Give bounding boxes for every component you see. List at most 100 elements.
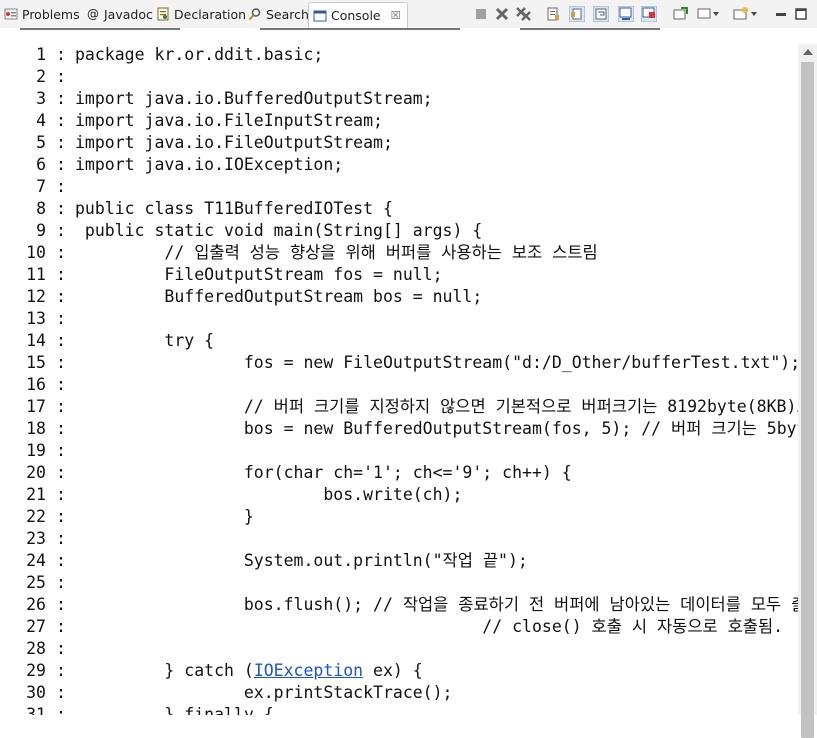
line-separator: : <box>56 177 66 196</box>
display-console-icon[interactable] <box>697 6 719 20</box>
code-text: import java.io.BufferedOutputStream; <box>75 89 433 108</box>
line-number: 18 <box>26 419 46 438</box>
line-number: 3 <box>36 89 46 108</box>
open-console-icon[interactable] <box>733 6 757 20</box>
line-separator: : <box>56 705 66 715</box>
line-number: 19 <box>26 441 46 460</box>
code-line: 16: <box>0 374 798 396</box>
vertical-scrollbar[interactable] <box>798 44 817 738</box>
console-output-area[interactable]: 1: package kr.or.ddit.basic; 2:3: import ja… <box>0 44 798 715</box>
line-number: 25 <box>26 573 46 592</box>
line-number: 30 <box>26 683 46 702</box>
tab-console-label: Console <box>331 8 381 23</box>
line-separator: : <box>56 89 66 108</box>
code-line: 13: <box>0 308 798 330</box>
problems-icon <box>4 7 18 21</box>
show-stdout-icon[interactable] <box>617 5 635 23</box>
code-line: 6: import java.io.IOException; <box>0 154 798 176</box>
clear-console-icon[interactable] <box>546 6 560 21</box>
close-icon[interactable]: ☒ <box>391 9 401 22</box>
line-separator: : <box>56 551 66 570</box>
tab-search[interactable]: Search <box>248 2 309 26</box>
line-number: 31 <box>26 705 46 715</box>
pin-console-icon[interactable] <box>673 6 688 20</box>
code-text: for(char ch='1'; ch<='9'; ch++) { <box>75 463 572 482</box>
code-text-before-link: } catch ( <box>75 661 254 680</box>
line-number: 7 <box>36 177 46 196</box>
tab-javadoc[interactable]: @ Javadoc <box>86 2 153 26</box>
maximize-icon[interactable] <box>794 6 808 20</box>
tab-declaration[interactable]: Declaration <box>156 2 246 26</box>
minimize-icon[interactable] <box>774 6 788 20</box>
code-text: } finally { <box>75 705 274 715</box>
line-separator: : <box>56 265 66 284</box>
line-number: 4 <box>36 111 46 130</box>
code-line: 23: <box>0 528 798 550</box>
line-separator: : <box>56 45 66 64</box>
code-line: 20: for(char ch='1'; ch<='9'; ch++) { <box>0 462 798 484</box>
line-separator: : <box>56 441 66 460</box>
code-text: // 입출력 성능 향상을 위해 버퍼를 사용하는 보조 스트림 <box>75 243 598 262</box>
word-wrap-icon[interactable] <box>592 5 610 23</box>
code-line: 19: <box>0 440 798 462</box>
tab-problems-label: Problems <box>22 6 80 22</box>
line-number: 22 <box>26 507 46 526</box>
scroll-lock-icon[interactable] <box>568 5 586 23</box>
line-separator: : <box>56 507 66 526</box>
code-text-after-link: ex) { <box>363 661 423 680</box>
line-separator: : <box>56 243 66 262</box>
tab-problems[interactable]: Problems <box>4 2 80 26</box>
code-line: 17: // 버퍼 크기를 지정하지 않으면 기본적으로 버퍼크기는 8192b… <box>0 396 798 418</box>
code-text: System.out.println("작업 끝"); <box>75 551 528 570</box>
remove-all-icon[interactable] <box>516 6 531 21</box>
code-line: 25: <box>0 572 798 594</box>
code-text: try { <box>75 331 215 350</box>
line-number: 6 <box>36 155 46 174</box>
line-number: 12 <box>26 287 46 306</box>
code-text: public static void main(String[] args) { <box>75 221 483 240</box>
code-text: fos = new FileOutputStream("d:/D_Other/b… <box>75 353 798 372</box>
code-line: 22: } <box>0 506 798 528</box>
line-separator: : <box>56 133 66 152</box>
code-line: 1: package kr.or.ddit.basic; <box>0 44 798 66</box>
line-separator: : <box>56 639 66 658</box>
code-line: 2: <box>0 66 798 88</box>
scroll-up-arrow-icon[interactable] <box>803 49 813 55</box>
code-line: 9: public static void main(String[] args… <box>0 220 798 242</box>
line-number: 24 <box>26 551 46 570</box>
line-separator: : <box>56 485 66 504</box>
tab-console[interactable]: Console ☒ <box>308 2 408 28</box>
code-line: 11: FileOutputStream fos = null; <box>0 264 798 286</box>
terminate-icon[interactable] <box>474 6 488 20</box>
declaration-icon <box>156 7 170 21</box>
line-separator: : <box>56 595 66 614</box>
remove-launch-icon[interactable] <box>495 6 509 21</box>
code-line: 18: bos = new BufferedOutputStream(fos, … <box>0 418 798 440</box>
code-line: 26: bos.flush(); // 작업을 종료하기 전 버퍼에 남아있는 … <box>0 594 798 616</box>
tab-search-label: Search <box>266 6 309 22</box>
code-text: import java.io.FileOutputStream; <box>75 133 393 152</box>
line-separator: : <box>56 375 66 394</box>
code-text: BufferedOutputStream bos = null; <box>75 287 483 306</box>
code-text: ex.printStackTrace(); <box>75 683 453 702</box>
code-text: // close() 호출 시 자동으로 호출됨. <box>75 617 784 636</box>
line-separator: : <box>56 155 66 174</box>
search-icon <box>248 7 262 21</box>
line-number: 23 <box>26 529 46 548</box>
show-stderr-icon[interactable] <box>640 5 658 23</box>
code-line: 15: fos = new FileOutputStream("d:/D_Oth… <box>0 352 798 374</box>
tab-declaration-label: Declaration <box>174 6 247 22</box>
scrollbar-thumb[interactable] <box>801 62 814 738</box>
code-line: 28: <box>0 638 798 660</box>
code-line: 29: } catch (IOException ex) { <box>0 660 798 682</box>
line-number: 10 <box>26 243 46 262</box>
line-number: 27 <box>26 617 46 636</box>
code-text: } <box>75 507 254 526</box>
line-separator: : <box>56 573 66 592</box>
line-separator: : <box>56 309 66 328</box>
line-number: 11 <box>26 265 46 284</box>
ioexception-link[interactable]: IOException <box>254 661 363 680</box>
line-separator: : <box>56 683 66 702</box>
line-separator: : <box>56 617 66 636</box>
line-number: 13 <box>26 309 46 328</box>
